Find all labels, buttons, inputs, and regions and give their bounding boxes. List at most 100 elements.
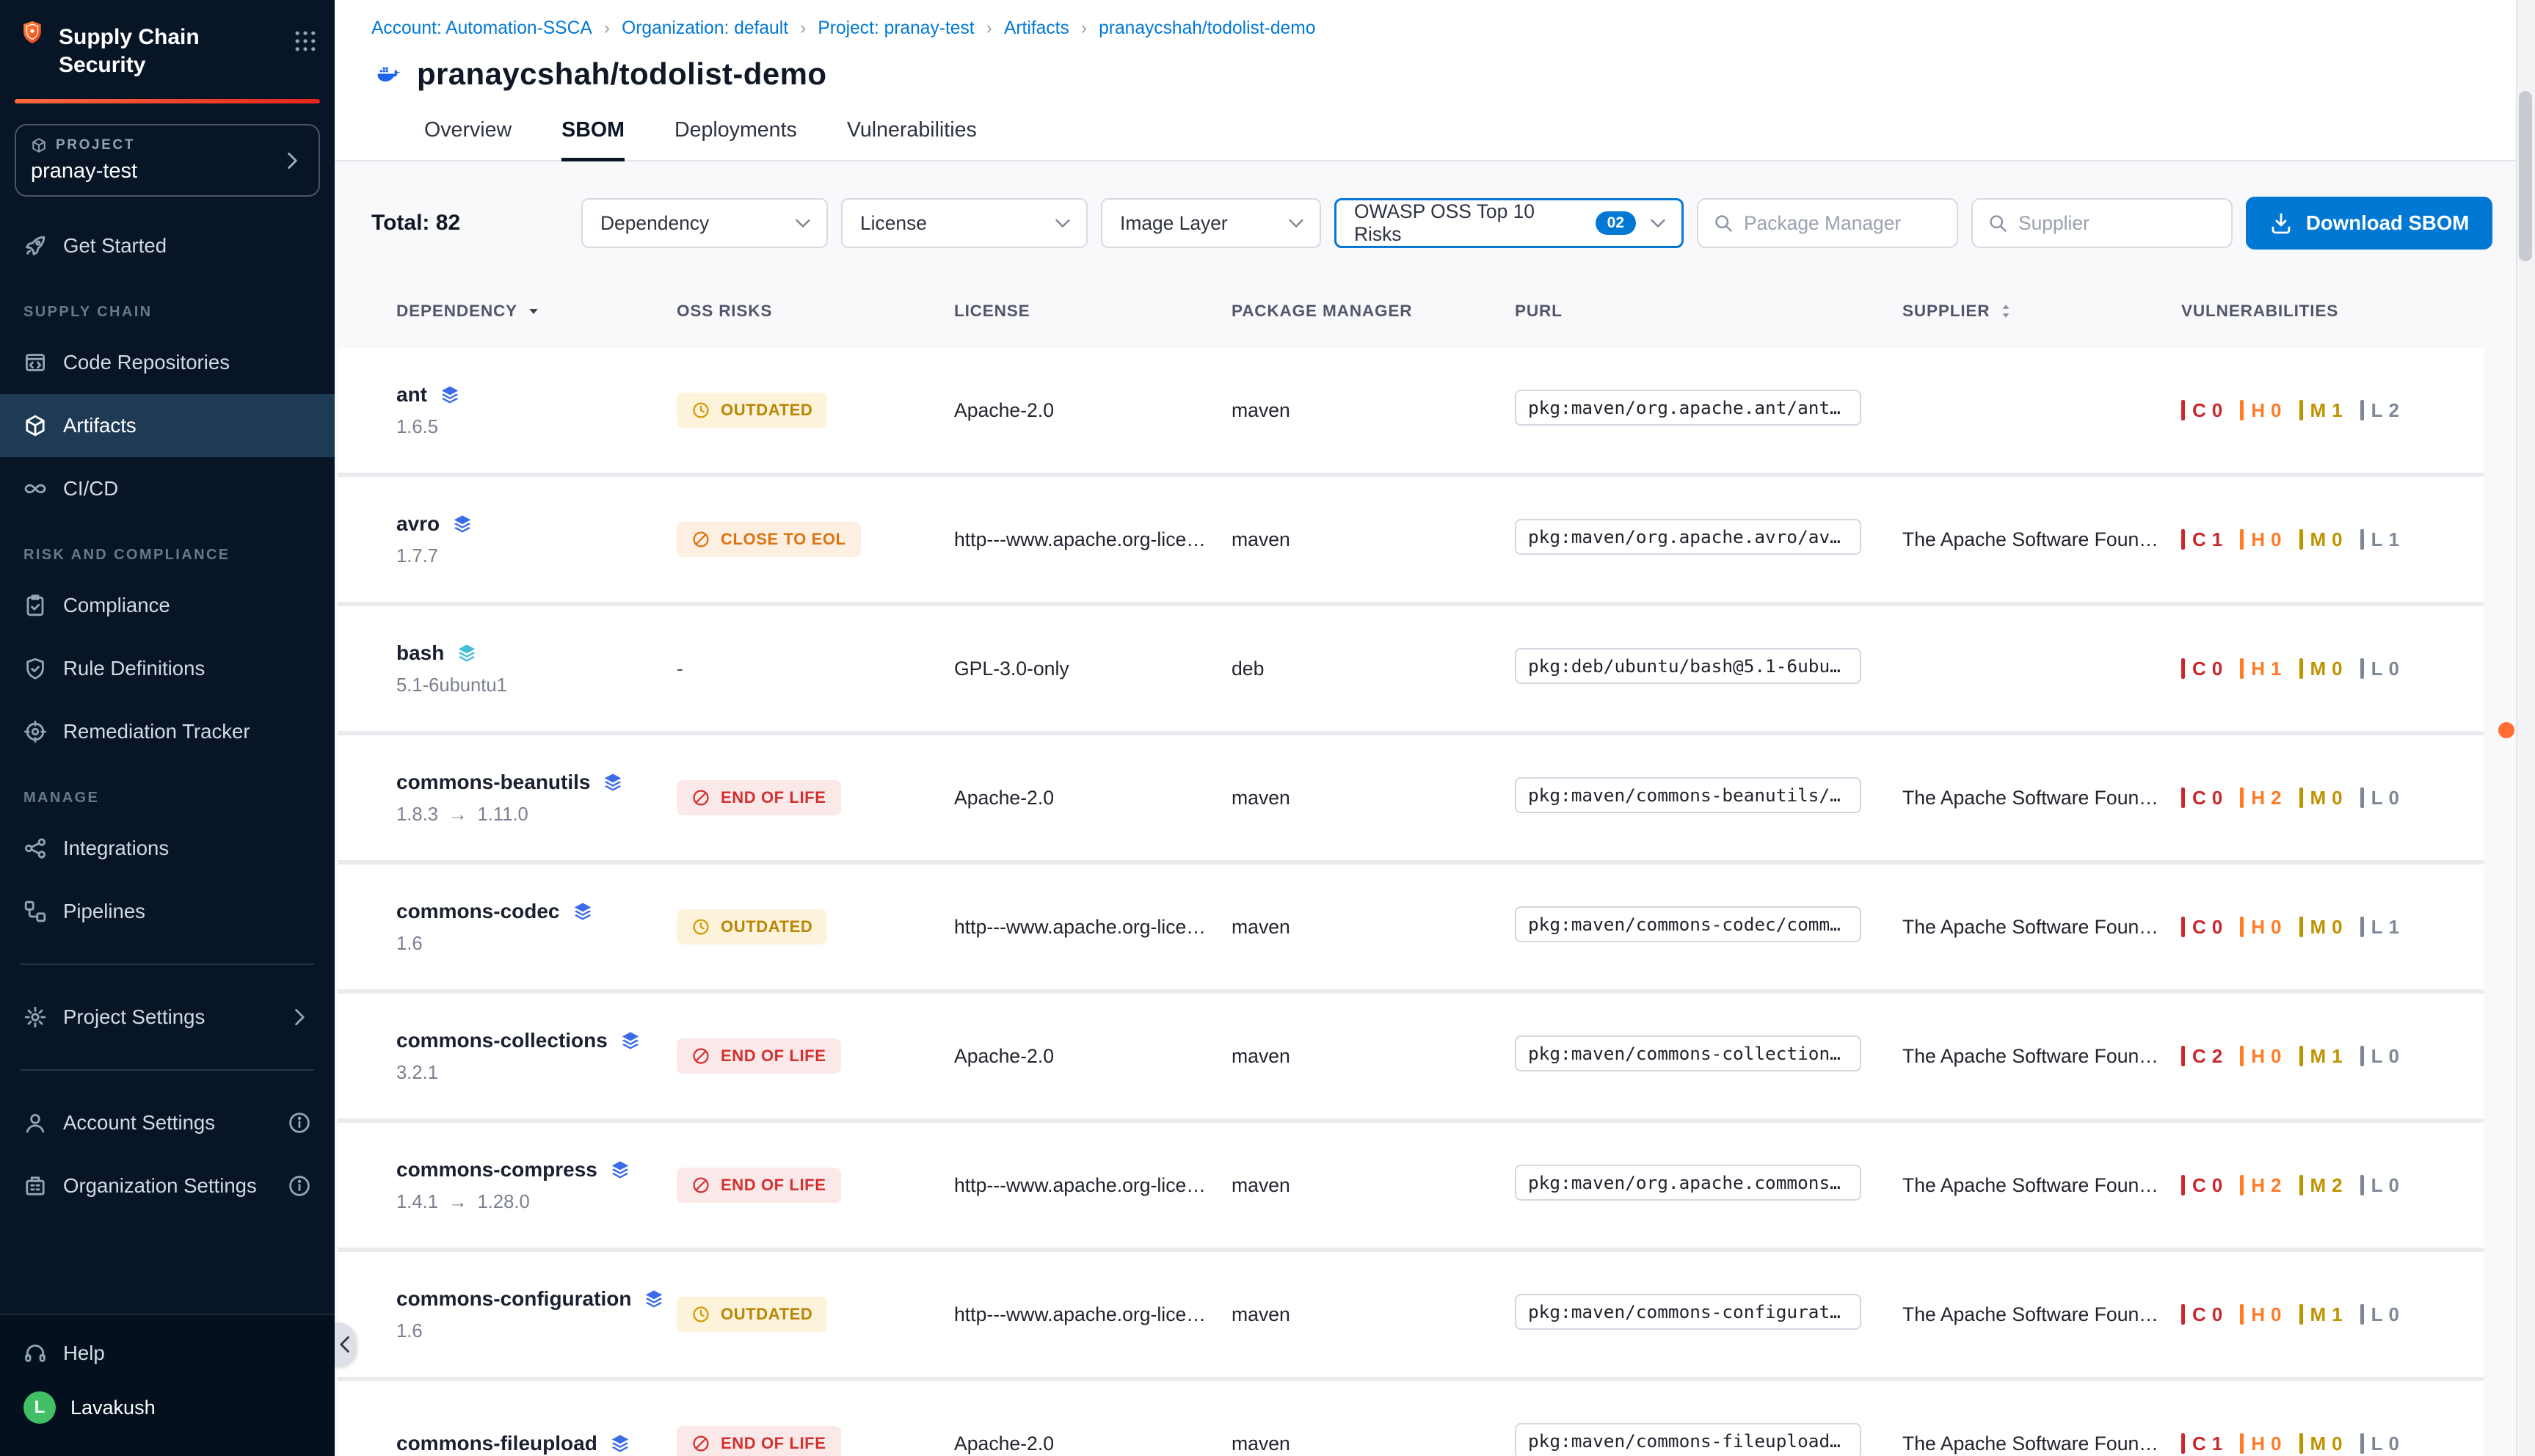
license: GPL-3.0-only: [954, 658, 1232, 680]
nav-divider: [21, 964, 314, 965]
table-row[interactable]: commons-compress1.4.1→1.28.0END OF LIFEh…: [338, 1123, 2484, 1248]
user-menu[interactable]: L Lavakush: [0, 1383, 335, 1424]
tab-sbom[interactable]: SBOM: [561, 118, 625, 160]
breadcrumb-link[interactable]: Artifacts: [1004, 18, 1069, 39]
sidebar-item-project-settings[interactable]: Project Settings: [0, 986, 335, 1049]
vuln-high: H1: [2240, 658, 2281, 680]
breadcrumb-link[interactable]: pranaycshah/todolist-demo: [1099, 18, 1315, 39]
breadcrumb-link[interactable]: Account: Automation-SSCA: [371, 18, 592, 39]
oss-risk-badge: END OF LIFE: [677, 1426, 841, 1456]
filter-group: Dependency License Image Layer OWASP OSS To…: [581, 198, 1684, 248]
purl-chip[interactable]: pkg:maven/org.apache.avro/avro@1…: [1515, 519, 1861, 555]
column-header-package-manager[interactable]: PACKAGE MANAGER: [1232, 302, 1515, 321]
help-button[interactable]: Help: [0, 1324, 335, 1383]
table-row[interactable]: commons-configuration1.6OUTDATEDhttp---w…: [338, 1252, 2484, 1377]
dependency-version: 1.6.5: [396, 417, 677, 438]
table-row[interactable]: commons-codec1.6OUTDATEDhttp---www.apach…: [338, 864, 2484, 989]
purl-chip[interactable]: pkg:maven/commons-codec/commons-…: [1515, 906, 1861, 942]
sidebar-item-label: Get Started: [63, 234, 167, 258]
vulnerability-counts: C0H2M0L0: [2181, 787, 2484, 809]
sidebar-item-account-settings[interactable]: Account Settings: [0, 1091, 335, 1154]
sidebar-item-label: Remediation Tracker: [63, 720, 250, 743]
column-header-label: SUPPLIER: [1902, 302, 1990, 321]
column-header-oss-risks[interactable]: OSS RISKS: [677, 302, 954, 321]
package-manager-search[interactable]: [1697, 198, 1958, 248]
breadcrumb-link[interactable]: Organization: default: [622, 18, 788, 39]
vuln-medium: M1: [2299, 1045, 2343, 1068]
vuln-high: H0: [2240, 1303, 2281, 1326]
purl-chip[interactable]: pkg:maven/commons-configuration/…: [1515, 1294, 1861, 1330]
supplier-search[interactable]: [1971, 198, 2233, 248]
license: Apache-2.0: [954, 399, 1232, 422]
info-icon[interactable]: [288, 1111, 311, 1135]
vulnerability-counts: C0H1M0L0: [2181, 658, 2484, 680]
nav-section-supply-chain: SUPPLY CHAIN: [0, 277, 335, 331]
purl-chip[interactable]: pkg:maven/commons-beanutils/comm…: [1515, 777, 1861, 813]
project-icon: [31, 137, 47, 153]
sidebar-item-integrations[interactable]: Integrations: [0, 817, 335, 880]
dependency-name: commons-configuration: [396, 1287, 677, 1311]
sidebar-item-label: Organization Settings: [63, 1174, 257, 1198]
purl-chip[interactable]: pkg:maven/commons-collections/co…: [1515, 1035, 1861, 1071]
clock-icon: [691, 401, 710, 420]
purl-chip[interactable]: pkg:maven/org.apache.ant/ant@1.6…: [1515, 390, 1861, 426]
purl-chip[interactable]: pkg:maven/org.apache.commons/com…: [1515, 1165, 1861, 1201]
sidebar-item-compliance[interactable]: Compliance: [0, 574, 335, 637]
table-row[interactable]: commons-beanutils1.8.3→1.11.0END OF LIFE…: [338, 735, 2484, 860]
scrollbar-thumb[interactable]: [2519, 91, 2532, 261]
table-row[interactable]: commons-collections3.2.1END OF LIFEApach…: [338, 994, 2484, 1118]
sidebar-item-ci-cd[interactable]: CI/CD: [0, 457, 335, 520]
breadcrumb-separator: ›: [986, 18, 992, 39]
column-header-dependency[interactable]: DEPENDENCY: [396, 302, 677, 321]
breadcrumb-link[interactable]: Project: pranay-test: [818, 18, 974, 39]
column-header-purl[interactable]: PURL: [1515, 302, 1902, 321]
filter-dependency[interactable]: Dependency: [581, 198, 828, 248]
column-header-supplier[interactable]: SUPPLIER: [1902, 302, 2181, 321]
vuln-high: H2: [2240, 1174, 2281, 1197]
column-header-license[interactable]: LICENSE: [954, 302, 1232, 321]
download-sbom-button[interactable]: Download SBOM: [2246, 197, 2492, 250]
sidebar-item-artifacts[interactable]: Artifacts: [0, 394, 335, 457]
filter-image-layer[interactable]: Image Layer: [1101, 198, 1321, 248]
oss-risk-badge: CLOSE TO EOL: [677, 522, 861, 557]
purl-chip[interactable]: pkg:deb/ubuntu/bash@5.1-6ubuntu1: [1515, 648, 1861, 684]
user-name: Lavakush: [70, 1397, 156, 1419]
table-row[interactable]: ant1.6.5OUTDATEDApache-2.0mavenpkg:maven…: [338, 348, 2484, 473]
column-header-vulnerabilities[interactable]: VULNERABILITIES: [2181, 302, 2484, 321]
license: http---www.apache.org-lice…: [954, 528, 1232, 551]
layers-icon: [609, 1433, 631, 1455]
oss-risk-badge: END OF LIFE: [677, 1038, 841, 1074]
table-row[interactable]: avro1.7.7CLOSE TO EOLhttp---www.apache.o…: [338, 477, 2484, 602]
vuln-critical: C1: [2181, 1433, 2222, 1455]
sidebar-item-organization-settings[interactable]: Organization Settings: [0, 1154, 335, 1217]
account-icon: [23, 1111, 47, 1135]
sidebar-item-code-repositories[interactable]: Code Repositories: [0, 331, 335, 394]
page-title: pranaycshah/todolist-demo: [417, 57, 826, 92]
headset-icon: [23, 1342, 47, 1365]
module-switcher-icon[interactable]: [294, 21, 317, 53]
chevron-down-icon: [1286, 213, 1306, 233]
column-header-label: OSS RISKS: [677, 302, 772, 321]
clock-icon: [691, 1305, 710, 1324]
tab-overview[interactable]: Overview: [424, 118, 512, 160]
supplier-search-input[interactable]: [2018, 212, 2216, 235]
oss-risk-none: -: [677, 658, 683, 680]
filter-license[interactable]: License: [841, 198, 1088, 248]
ban-icon: [691, 1046, 710, 1066]
vuln-high: H0: [2240, 1045, 2281, 1068]
table-row[interactable]: bash5.1-6ubuntu1-GPL-3.0-onlydebpkg:deb/…: [338, 606, 2484, 731]
sidebar-item-remediation-tracker[interactable]: Remediation Tracker: [0, 700, 335, 763]
notification-dot[interactable]: [2498, 722, 2514, 738]
info-icon[interactable]: [288, 1174, 311, 1198]
sidebar-item-get-started[interactable]: Get Started: [0, 214, 335, 277]
purl-chip[interactable]: pkg:maven/commons-fileupload/com…: [1515, 1423, 1861, 1456]
sidebar-item-pipelines[interactable]: Pipelines: [0, 880, 335, 943]
project-selector[interactable]: PROJECT pranay-test: [15, 124, 320, 197]
table-row[interactable]: commons-fileuploadEND OF LIFEApache-2.0m…: [338, 1381, 2484, 1456]
supply-chain-security-logo-icon: [21, 21, 44, 44]
filter-owasp-oss-top-10-risks[interactable]: OWASP OSS Top 10 Risks02: [1334, 198, 1684, 248]
sidebar-item-rule-definitions[interactable]: Rule Definitions: [0, 637, 335, 700]
tab-vulnerabilities[interactable]: Vulnerabilities: [847, 118, 977, 160]
package-manager-search-input[interactable]: [1744, 212, 1942, 235]
tab-deployments[interactable]: Deployments: [674, 118, 797, 160]
